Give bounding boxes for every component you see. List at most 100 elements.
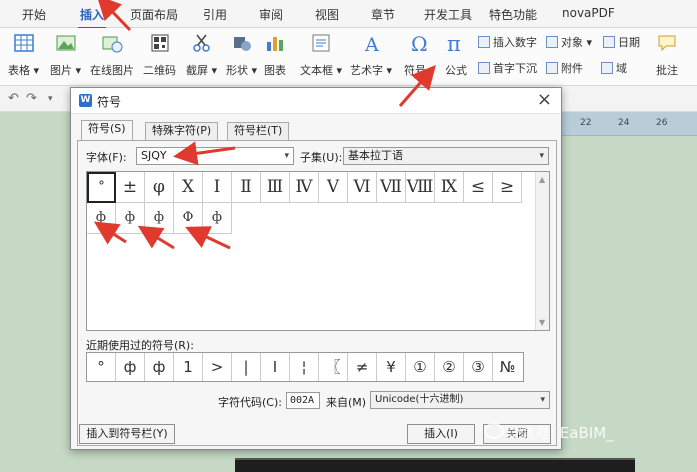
recent-symbol-cell[interactable]: ③: [464, 353, 493, 381]
comment-button[interactable]: 批注: [656, 32, 678, 78]
symbol-cell[interactable]: Ф: [174, 203, 203, 234]
ribbon-tab-bar: 开始 插入 页面布局 引用 审阅 视图 章节 开发工具 特色功能 novaPDF: [0, 0, 697, 29]
char-code-input[interactable]: 002A: [286, 392, 320, 409]
from-select[interactable]: Unicode(十六进制) ▾: [370, 391, 550, 409]
object-button[interactable]: 对象 ▾: [546, 34, 592, 50]
document-margin: [0, 112, 70, 472]
symbol-cell[interactable]: φ: [145, 172, 174, 203]
recent-symbol-cell[interactable]: №: [493, 353, 522, 381]
table-button[interactable]: 表格 ▾: [8, 32, 39, 78]
picture-button[interactable]: 图片 ▾: [50, 32, 81, 78]
online-picture-button[interactable]: 在线图片: [90, 32, 134, 78]
picture-icon: [56, 35, 76, 51]
wps-writer-window: 开始 插入 页面布局 引用 审阅 视图 章节 开发工具 特色功能 novaPDF…: [0, 0, 697, 472]
recent-symbol-cell[interactable]: ①: [406, 353, 435, 381]
symbol-cell[interactable]: ф: [116, 203, 145, 234]
symbol-cell[interactable]: Ⅶ: [377, 172, 406, 203]
symbol-dialog: W 符号 × 符号(S) 特殊字符(P) 符号栏(T) 字体(F): SJQY …: [70, 87, 562, 450]
recent-symbol-cell[interactable]: 〖: [319, 353, 348, 381]
recent-symbol-cell[interactable]: >: [203, 353, 232, 381]
symbol-cell[interactable]: °: [87, 172, 116, 203]
symbol-cell[interactable]: I: [203, 172, 232, 203]
symbol-cell[interactable]: Ⅸ: [435, 172, 464, 203]
symbol-cell[interactable]: Ⅷ: [406, 172, 435, 203]
scroll-down-icon[interactable]: ▼: [539, 318, 545, 327]
tab-page-layout[interactable]: 页面布局: [130, 6, 178, 23]
symbol-cell[interactable]: ≥: [493, 172, 522, 203]
tab-special-features[interactable]: 特色功能: [489, 6, 537, 23]
wps-logo-icon: W: [79, 94, 92, 107]
symbol-cell[interactable]: ф: [145, 203, 174, 234]
online-picture-icon: [102, 36, 123, 53]
dialog-title-bar[interactable]: W 符号 ×: [71, 88, 561, 114]
symbol-cell[interactable]: ф: [203, 203, 232, 234]
symbol-cell[interactable]: ф: [87, 203, 116, 234]
tab-home[interactable]: 开始: [22, 6, 46, 23]
dialog-title: 符号: [97, 95, 122, 109]
chart-button[interactable]: 图表: [264, 32, 286, 78]
symbol-cell[interactable]: X: [174, 172, 203, 203]
tab-symbol-bar[interactable]: 符号栏(T): [227, 122, 290, 140]
svg-text:Ω: Ω: [411, 32, 428, 54]
tab-special-characters[interactable]: 特殊字符(P): [145, 122, 219, 140]
qrcode-button[interactable]: 二维码: [143, 32, 176, 78]
textbox-icon: [312, 34, 330, 52]
tab-chapter[interactable]: 章节: [371, 6, 395, 23]
tab-developer[interactable]: 开发工具: [424, 6, 472, 23]
insert-to-symbol-bar-button[interactable]: 插入到符号栏(Y): [79, 424, 175, 444]
attachment-button[interactable]: 附件: [546, 60, 583, 76]
symbol-cell[interactable]: ±: [116, 172, 145, 203]
shape-button[interactable]: 形状 ▾: [226, 32, 257, 78]
formula-button[interactable]: π 公式: [445, 32, 467, 78]
recent-symbol-cell[interactable]: 1: [174, 353, 203, 381]
symbol-cell[interactable]: Ⅲ: [261, 172, 290, 203]
redo-icon[interactable]: ↷: [26, 91, 37, 106]
symbol-button[interactable]: Ω 符号 ▾: [404, 32, 435, 78]
document-page-edge: [235, 458, 635, 472]
recent-symbol-cell[interactable]: ¦: [290, 353, 319, 381]
symbol-cell[interactable]: ≤: [464, 172, 493, 203]
chevron-down-icon: ▾: [539, 151, 544, 161]
screenshot-button[interactable]: 截屏 ▾: [186, 32, 217, 78]
scroll-up-icon[interactable]: ▲: [539, 175, 545, 184]
date-button[interactable]: 日期: [603, 34, 640, 50]
recent-symbols-label: 近期使用过的符号(R):: [86, 339, 194, 352]
insert-number-button[interactable]: 插入数字: [478, 34, 537, 50]
dropcap-button[interactable]: 首字下沉: [478, 60, 537, 76]
textbox-button[interactable]: 文本框 ▾: [300, 32, 342, 78]
field-icon: [601, 62, 613, 74]
tab-insert[interactable]: 插入: [77, 6, 107, 29]
symbol-cell[interactable]: Ⅴ: [319, 172, 348, 203]
insert-button[interactable]: 插入(I): [407, 424, 475, 444]
tab-view[interactable]: 视图: [315, 6, 339, 23]
horizontal-ruler: 22 24 26: [560, 112, 697, 136]
close-icon[interactable]: ×: [537, 89, 552, 110]
calendar-icon: [603, 36, 615, 48]
tab-references[interactable]: 引用: [203, 6, 227, 23]
recent-symbol-cell[interactable]: I: [261, 353, 290, 381]
recent-symbol-cell[interactable]: ¥: [377, 353, 406, 381]
recent-symbol-cell[interactable]: °: [87, 353, 116, 381]
symbol-cell[interactable]: Ⅳ: [290, 172, 319, 203]
pi-icon: π: [447, 32, 461, 54]
recent-symbol-cell[interactable]: ②: [435, 353, 464, 381]
comment-icon: [658, 35, 676, 52]
wordart-button[interactable]: A 艺术字 ▾: [350, 32, 392, 78]
field-button[interactable]: 域: [601, 60, 627, 76]
chevron-down-icon[interactable]: ▾: [48, 94, 53, 104]
recent-symbols-list: ° ф ф 1 > | I ¦ 〖 ≠ ¥ ① ② ③ №: [86, 352, 524, 382]
symbol-grid-scrollbar[interactable]: ▲ ▼: [535, 172, 549, 330]
recent-symbol-cell[interactable]: |: [232, 353, 261, 381]
symbol-cell[interactable]: Ⅵ: [348, 172, 377, 203]
paperclip-icon: [546, 62, 558, 74]
undo-icon[interactable]: ↶: [8, 91, 19, 106]
tab-review[interactable]: 审阅: [259, 6, 283, 23]
recent-symbol-cell[interactable]: ф: [116, 353, 145, 381]
font-select[interactable]: SJQY ▾: [136, 147, 294, 165]
subset-select[interactable]: 基本拉丁语 ▾: [343, 147, 549, 165]
tab-novapdf[interactable]: novaPDF: [562, 6, 615, 20]
recent-symbol-cell[interactable]: ф: [145, 353, 174, 381]
tab-symbols[interactable]: 符号(S): [81, 120, 133, 141]
recent-symbol-cell[interactable]: ≠: [348, 353, 377, 381]
symbol-cell[interactable]: Ⅱ: [232, 172, 261, 203]
